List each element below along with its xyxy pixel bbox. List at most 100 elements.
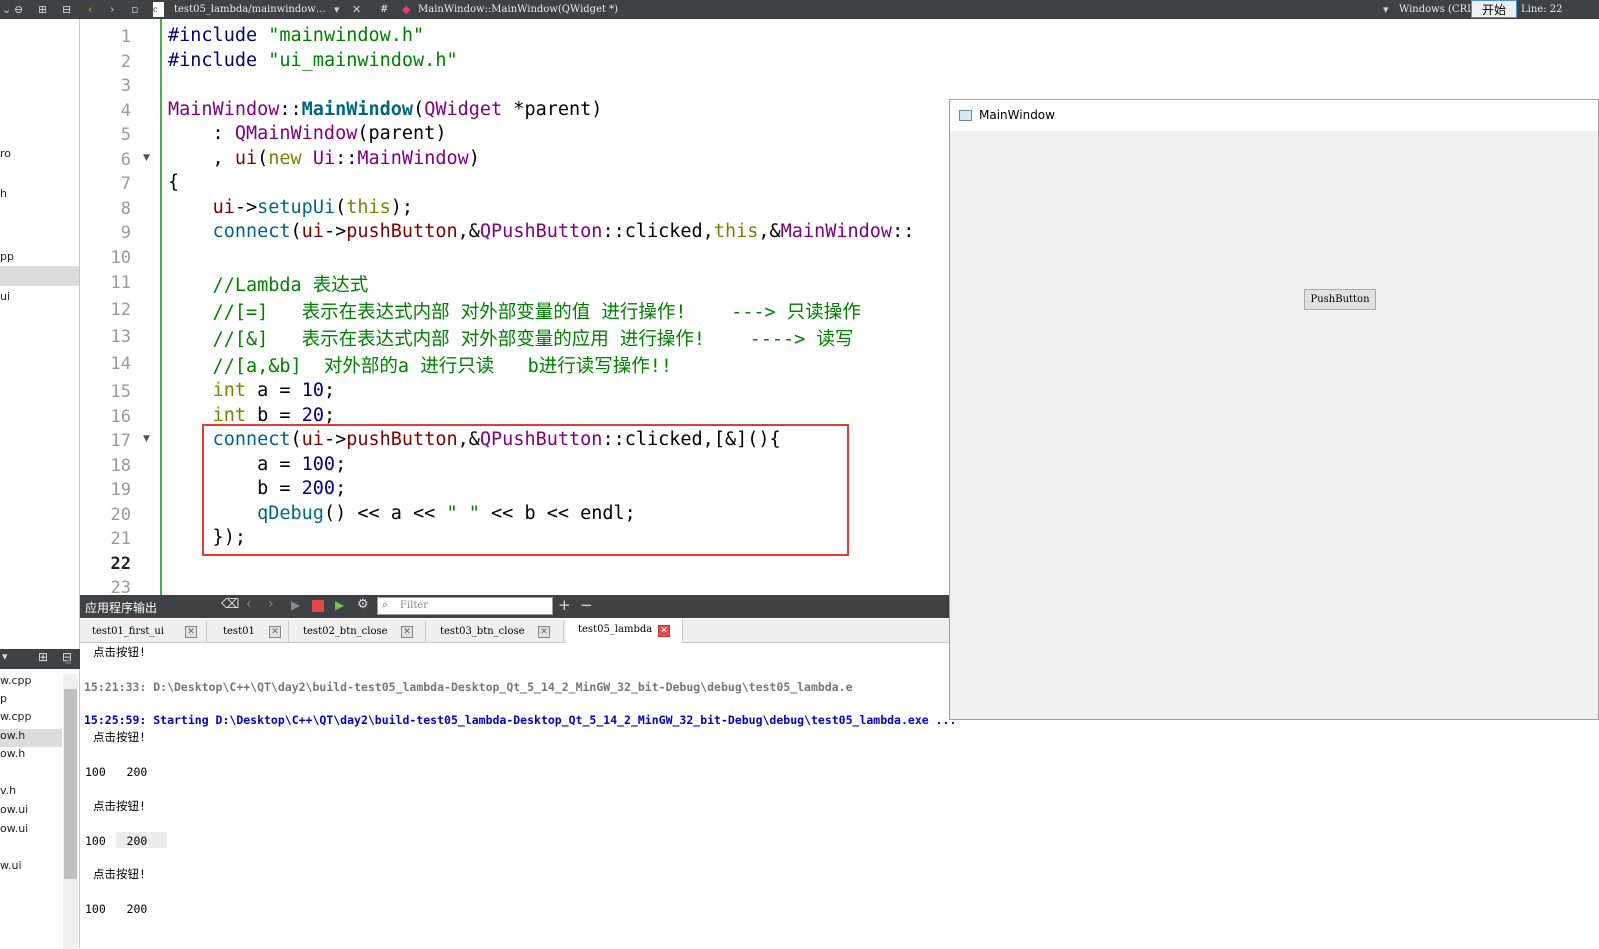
close-icon[interactable]: ✕ bbox=[352, 2, 361, 17]
next-icon[interactable]: › bbox=[268, 596, 274, 612]
chevron-down-icon[interactable]: ▾ bbox=[2, 650, 8, 663]
document-item[interactable]: ow.ui bbox=[0, 803, 28, 816]
output-line: 100 200 bbox=[85, 834, 148, 848]
current-line-number: 22 bbox=[110, 554, 131, 574]
tree-item[interactable]: ro bbox=[0, 147, 11, 160]
line-number: 3 bbox=[120, 76, 131, 96]
tree-item[interactable]: h bbox=[0, 187, 7, 200]
tab-test03-btn-close[interactable]: test03_btn_close ✕ bbox=[428, 621, 564, 642]
tab-label: test01_first_ui bbox=[92, 626, 165, 637]
scrollbar-thumb[interactable] bbox=[64, 689, 77, 879]
line-number: 11 bbox=[110, 273, 131, 293]
close-tab-icon[interactable]: ✕ bbox=[269, 626, 281, 638]
line-number: 21 bbox=[110, 529, 131, 549]
fold-arrow-icon[interactable]: ▼ bbox=[143, 434, 150, 444]
document-item[interactable]: p bbox=[0, 692, 7, 705]
output-line: 100 200 bbox=[85, 902, 148, 916]
tab-label: test02_btn_close bbox=[303, 626, 388, 637]
line-info: Line: 22 bbox=[1521, 4, 1563, 15]
line-number: 8 bbox=[120, 199, 131, 219]
output-line: 15:25:59: Starting D:\Desktop\C++\QT\day… bbox=[84, 713, 957, 727]
push-button[interactable]: PushButton bbox=[1304, 289, 1376, 310]
chevron-down-icon[interactable]: ▾ bbox=[334, 2, 340, 17]
previous-icon[interactable]: ‹ bbox=[246, 596, 252, 612]
code-line: //[=] 表示在表达式内部 对外部变量的值 进行操作! ---> 只读操作 bbox=[168, 302, 861, 323]
filter-input[interactable]: Filter bbox=[377, 597, 553, 615]
line-number: 9 bbox=[120, 223, 131, 243]
tab-test01-first-ui[interactable]: test01_first_ui ✕ bbox=[80, 621, 207, 642]
back-icon[interactable]: ‹ bbox=[88, 2, 92, 17]
code-line: //Lambda 表达式 bbox=[168, 275, 369, 296]
zoom-out-icon[interactable]: − bbox=[580, 596, 593, 614]
line-number: 20 bbox=[110, 505, 131, 525]
symbol-hash: # bbox=[380, 4, 389, 15]
code-line: MainWindow::MainWindow(QWidget *parent) bbox=[168, 99, 603, 120]
run-icon[interactable]: ▶ bbox=[291, 598, 300, 612]
line-number: 16 bbox=[110, 407, 131, 427]
selected-tree-row bbox=[0, 266, 79, 286]
document-item[interactable]: v.h bbox=[0, 784, 16, 797]
zoom-in-icon[interactable]: + bbox=[558, 596, 571, 614]
file-selector[interactable]: test05_lambda/mainwindow… bbox=[174, 0, 326, 19]
document-item[interactable]: ow.h bbox=[0, 729, 25, 742]
window-title-bar[interactable]: MainWindow bbox=[950, 100, 1598, 131]
output-tabs: test01_first_ui ✕ test01 ✕ test02_btn_clos… bbox=[80, 619, 950, 643]
stop-icon[interactable] bbox=[312, 600, 324, 612]
code-line: : QMainWindow(parent) bbox=[168, 123, 447, 144]
line-number: 18 bbox=[110, 456, 131, 476]
clear-icon[interactable]: ⌫ bbox=[221, 597, 239, 612]
close-tab-icon[interactable]: ✕ bbox=[185, 626, 197, 638]
tab-label: test05_lambda bbox=[578, 624, 653, 635]
close-tab-icon[interactable]: ✕ bbox=[538, 626, 550, 638]
document-item[interactable]: w.cpp bbox=[0, 710, 32, 723]
code-line: { bbox=[168, 172, 180, 193]
start-button[interactable]: 开始 bbox=[1471, 0, 1517, 18]
code-line: //[&] 表示在表达式内部 对外部变量的应用 进行操作! ----> 读写 bbox=[168, 329, 854, 350]
tree-item[interactable]: pp bbox=[0, 250, 14, 263]
code-line: #include "mainwindow.h" bbox=[168, 25, 425, 46]
link-icon[interactable]: ⊖ bbox=[14, 2, 23, 17]
line-number: 13 bbox=[110, 327, 131, 347]
tree-item[interactable]: ui bbox=[0, 290, 10, 303]
code-line: , ui(new Ui::MainWindow) bbox=[168, 148, 480, 169]
code-line: connect(ui->pushButton,&QPushButton::cli… bbox=[212, 221, 915, 242]
output-line: 100 200 bbox=[85, 765, 148, 779]
close-tab-icon[interactable]: ✕ bbox=[658, 625, 670, 637]
document-item[interactable]: w.cpp bbox=[0, 674, 32, 687]
filter-icon[interactable]: ⌄ bbox=[2, 2, 11, 17]
function-icon: ◆ bbox=[402, 3, 411, 16]
line-number: 1 bbox=[120, 27, 131, 47]
search-icon: ⌕ bbox=[382, 598, 389, 611]
output-line: 15:21:33: D:\Desktop\C++\QT\day2\build-t… bbox=[84, 680, 853, 694]
line-number: 5 bbox=[120, 125, 131, 145]
forward-icon[interactable]: › bbox=[110, 2, 114, 17]
split-icon[interactable]: ⊞ bbox=[38, 2, 47, 17]
encoding-selector[interactable]: Windows (CRL bbox=[1399, 0, 1474, 19]
gear-icon[interactable]: ⚙ bbox=[357, 597, 369, 612]
cpp-file-icon: c bbox=[153, 2, 164, 17]
scroll-up-icon[interactable]: ▲ bbox=[65, 656, 72, 666]
lock-icon[interactable]: ▫ bbox=[131, 2, 138, 17]
code-line: int b = 20; bbox=[212, 405, 336, 426]
tab-test01[interactable]: test01 ✕ bbox=[211, 621, 289, 642]
line-number: 14 bbox=[110, 354, 131, 374]
window-icon bbox=[959, 110, 972, 121]
close-tab-icon[interactable]: ✕ bbox=[401, 626, 413, 638]
output-line: 点击按钮! bbox=[93, 799, 146, 813]
close-panel-icon[interactable]: ⊟ bbox=[62, 2, 71, 17]
tab-label: test01 bbox=[223, 626, 255, 637]
line-number: 17 bbox=[110, 431, 131, 451]
function-selector[interactable]: MainWindow::MainWindow(QWidget *) bbox=[418, 0, 618, 19]
line-number: 4 bbox=[120, 101, 131, 121]
tab-test05-lambda[interactable]: test05_lambda ✕ bbox=[566, 619, 683, 643]
line-number: 2 bbox=[120, 52, 131, 72]
encoding-dropdown-icon[interactable]: ▾ bbox=[1383, 2, 1389, 17]
split-icon[interactable]: ⊞ bbox=[38, 650, 48, 664]
document-item[interactable]: ow.h bbox=[0, 747, 25, 760]
tab-test02-btn-close[interactable]: test02_btn_close ✕ bbox=[291, 621, 426, 642]
fold-arrow-icon[interactable]: ▼ bbox=[143, 153, 150, 163]
app-window[interactable]: MainWindow PushButton bbox=[949, 99, 1599, 720]
debug-run-icon[interactable]: ▶ bbox=[335, 598, 344, 612]
document-item[interactable]: w.ui bbox=[0, 859, 22, 872]
document-item[interactable]: ow.ui bbox=[0, 822, 28, 835]
